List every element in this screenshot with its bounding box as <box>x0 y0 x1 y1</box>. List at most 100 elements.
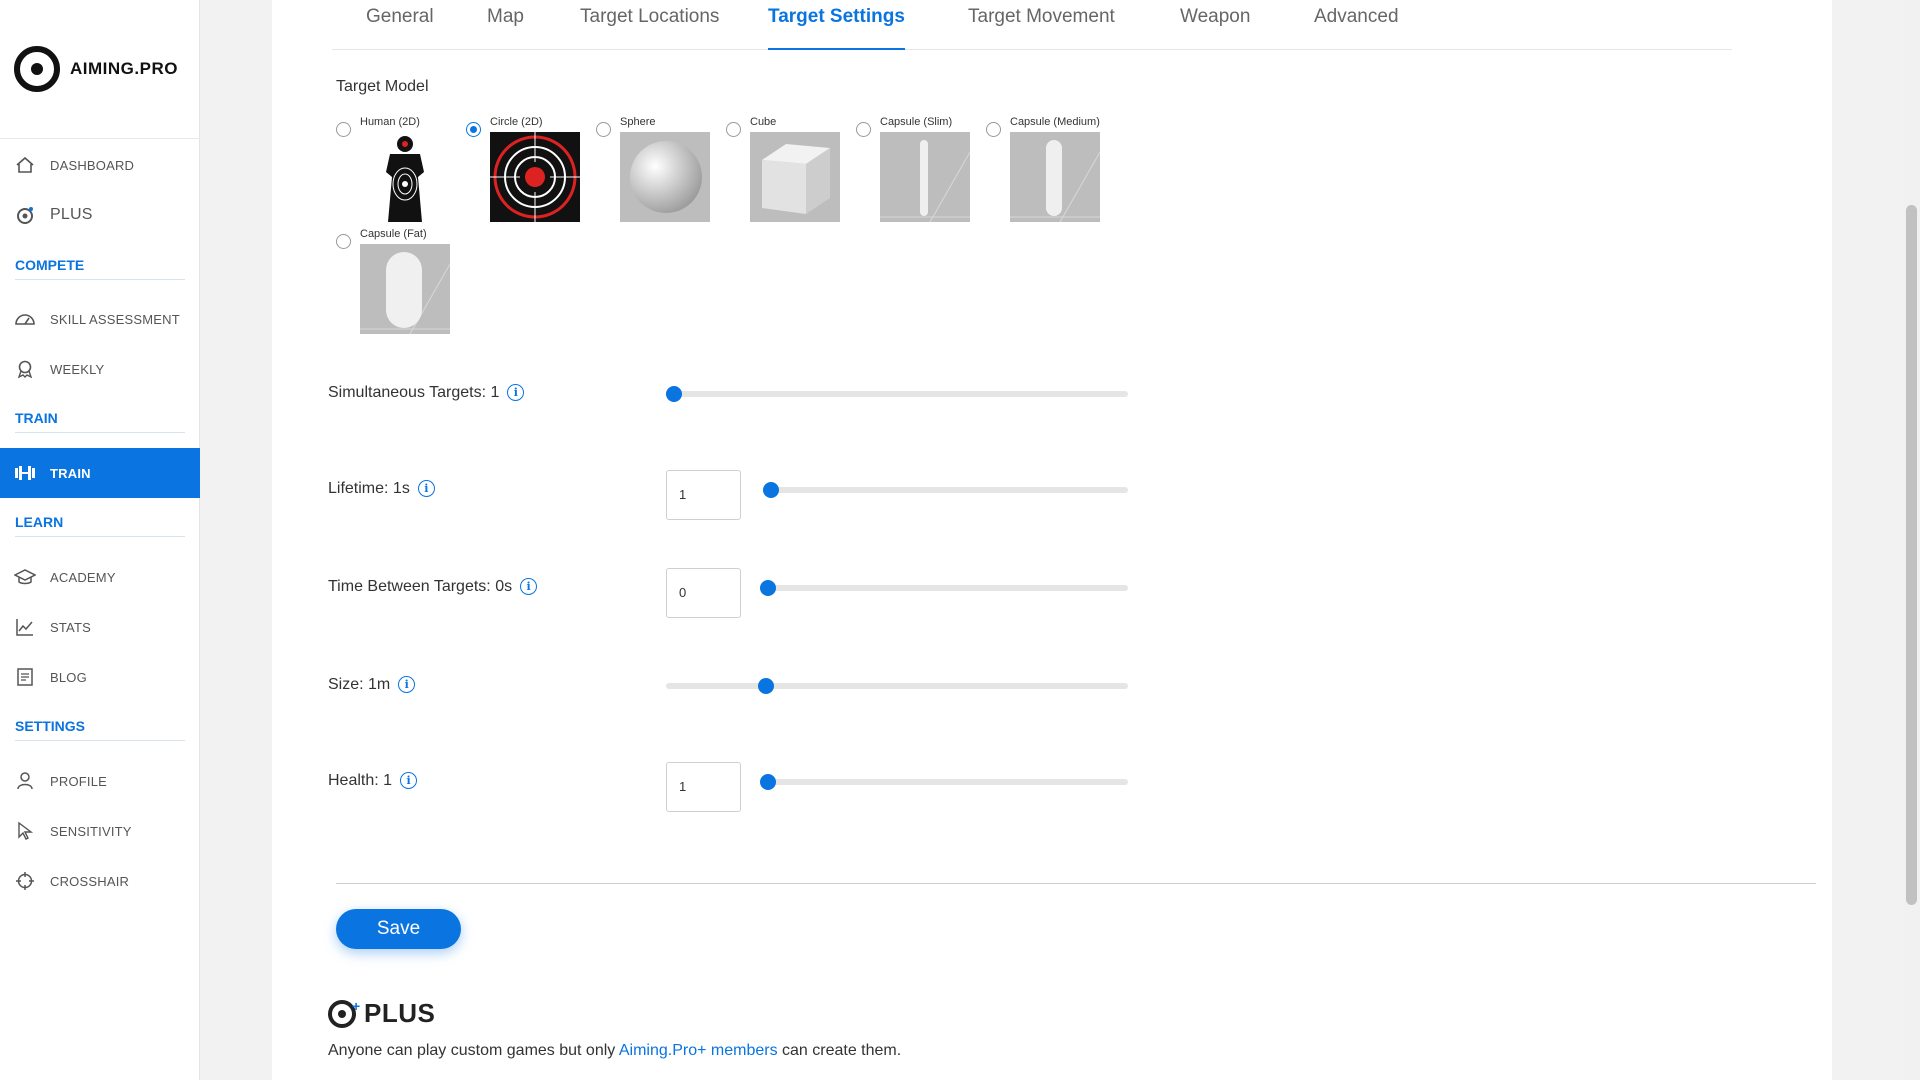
sidebar-divider <box>0 138 200 139</box>
sidebar-item-label: WEEKLY <box>50 361 105 377</box>
tab-advanced[interactable]: Advanced <box>1314 4 1399 50</box>
tab-map[interactable]: Map <box>487 4 524 50</box>
dumbbell-icon <box>14 462 36 484</box>
sidebar-item-sensitivity[interactable]: SENSITIVITY <box>0 806 200 856</box>
lifetime-label: Lifetime: 1s i <box>328 480 435 498</box>
plus-brand-word: PLUS <box>364 998 436 1028</box>
radio-cube[interactable] <box>726 122 741 137</box>
radio-human-2d[interactable] <box>336 122 351 137</box>
model-option-label: Cube <box>750 116 777 128</box>
sidebar-item-label: PLUS <box>50 206 93 223</box>
sidebar-item-stats[interactable]: STATS <box>0 602 200 652</box>
scrollbar-thumb[interactable] <box>1906 205 1917 905</box>
model-option-label: Sphere <box>620 116 656 128</box>
sidebar-item-dashboard[interactable]: DASHBOARD <box>0 140 200 190</box>
sidebar-item-label: ACADEMY <box>50 569 116 585</box>
sidebar-item-profile[interactable]: PROFILE <box>0 756 200 806</box>
info-icon[interactable]: i <box>398 676 416 694</box>
sidebar-item-academy[interactable]: ACADEMY <box>0 552 200 602</box>
model-option-label: Capsule (Fat) <box>360 228 427 240</box>
crosshair-icon <box>14 870 36 892</box>
section-settings: SETTINGS <box>15 718 185 741</box>
tab-target-movement[interactable]: Target Movement <box>968 4 1115 50</box>
form-divider <box>336 883 1816 884</box>
sidebar-item-label: BLOG <box>50 669 87 685</box>
info-icon[interactable]: i <box>520 578 538 596</box>
slider-handle[interactable] <box>758 678 775 694</box>
sidebar-item-label: STATS <box>50 619 91 635</box>
plus-logo-icon: + <box>328 998 360 1028</box>
health-slider[interactable] <box>760 774 1128 790</box>
cursor-icon <box>14 820 36 842</box>
radio-capsule-medium[interactable] <box>986 122 1001 137</box>
save-button[interactable]: Save <box>336 909 461 949</box>
health-input[interactable]: 1 <box>666 762 741 812</box>
tab-general[interactable]: General <box>366 4 434 50</box>
award-icon <box>14 358 36 380</box>
simultaneous-targets-slider[interactable] <box>666 386 1128 402</box>
plus-promo-text: Anyone can play custom games but only Ai… <box>328 1042 901 1060</box>
document-icon <box>14 666 36 688</box>
tab-target-locations[interactable]: Target Locations <box>580 4 719 50</box>
target-model-label: Target Model <box>336 78 429 95</box>
user-icon <box>14 770 36 792</box>
size-text: Size: 1m <box>328 676 391 693</box>
model-option-label: Capsule (Medium) <box>1010 116 1100 128</box>
sphere-target-thumbnail <box>620 132 710 222</box>
page-scrollbar[interactable] <box>1903 0 1920 1080</box>
graduation-cap-icon <box>14 566 36 588</box>
slider-handle[interactable] <box>760 774 776 790</box>
radio-circle-2d[interactable] <box>466 122 481 137</box>
time-between-targets-slider[interactable] <box>760 580 1128 596</box>
aimingpro-logo-icon <box>14 46 60 92</box>
radio-sphere[interactable] <box>596 122 611 137</box>
lifetime-slider[interactable] <box>763 482 1128 498</box>
section-compete: COMPETE <box>15 257 185 280</box>
info-icon[interactable]: i <box>507 384 525 402</box>
plus-promo-after: can create them. <box>777 1042 902 1059</box>
simultaneous-targets-label: Simultaneous Targets: 1 i <box>328 384 525 402</box>
sidebar-item-train[interactable]: TRAIN <box>0 448 200 498</box>
tab-weapon[interactable]: Weapon <box>1180 4 1250 50</box>
capsule-fat-thumbnail <box>360 244 450 334</box>
sidebar-item-crosshair[interactable]: CROSSHAIR <box>0 856 200 906</box>
human-target-thumbnail <box>360 132 450 222</box>
sidebar-item-label: SENSITIVITY <box>50 823 132 839</box>
sidebar-item-label: PROFILE <box>50 773 108 789</box>
simultaneous-targets-text: Simultaneous Targets: 1 <box>328 384 500 401</box>
sidebar-item-label: SKILL ASSESSMENT <box>50 311 180 327</box>
sidebar: AIMING.PRO DASHBOARD PLUS COMPETE SKILL … <box>0 0 200 1080</box>
tab-target-settings[interactable]: Target Settings <box>768 4 905 50</box>
info-icon[interactable]: i <box>400 772 418 790</box>
time-between-targets-text: Time Between Targets: 0s <box>328 578 513 595</box>
sidebar-item-blog[interactable]: BLOG <box>0 652 200 702</box>
sidebar-item-label: TRAIN <box>50 465 91 481</box>
time-between-targets-input[interactable]: 0 <box>666 568 741 618</box>
lifetime-input[interactable]: 1 <box>666 470 741 520</box>
slider-handle[interactable] <box>763 482 779 498</box>
health-label: Health: 1 i <box>328 772 418 790</box>
slider-handle[interactable] <box>666 386 682 402</box>
plus-members-link[interactable]: Aiming.Pro+ members <box>619 1042 778 1059</box>
model-option-label: Capsule (Slim) <box>880 116 953 128</box>
health-text: Health: 1 <box>328 772 393 789</box>
settings-card: General Map Target Locations Target Sett… <box>272 0 1832 1080</box>
info-icon[interactable]: i <box>417 480 435 498</box>
sidebar-item-weekly[interactable]: WEEKLY <box>0 344 200 394</box>
sidebar-item-label: DASHBOARD <box>50 157 135 173</box>
sidebar-item-label: CROSSHAIR <box>50 873 130 889</box>
radio-capsule-slim[interactable] <box>856 122 871 137</box>
size-slider[interactable] <box>666 678 1128 694</box>
brand-logo[interactable]: AIMING.PRO <box>14 46 178 92</box>
home-icon <box>14 154 36 176</box>
slider-handle[interactable] <box>760 580 776 596</box>
gauge-icon <box>14 308 36 330</box>
radio-capsule-fat[interactable] <box>336 234 351 249</box>
capsule-medium-thumbnail <box>1010 132 1100 222</box>
size-label: Size: 1m i <box>328 676 416 694</box>
section-train: TRAIN <box>15 410 185 433</box>
sidebar-item-plus[interactable]: PLUS <box>0 190 200 240</box>
model-option-label: Circle (2D) <box>490 116 543 128</box>
lifetime-text: Lifetime: 1s <box>328 480 410 497</box>
sidebar-item-skill-assessment[interactable]: SKILL ASSESSMENT <box>0 294 200 344</box>
